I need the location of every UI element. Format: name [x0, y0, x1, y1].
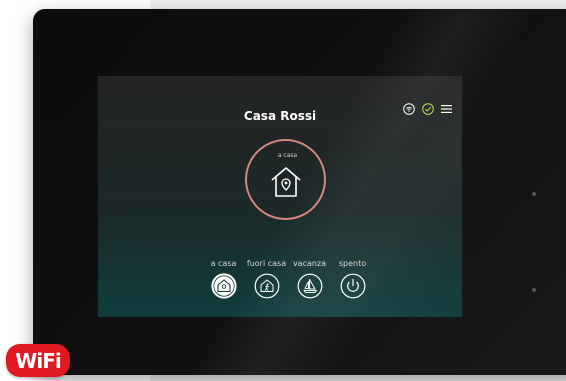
status-icons — [403, 103, 452, 115]
home-location-icon — [271, 167, 301, 197]
mode-label: fuori casa — [246, 259, 287, 268]
menu-icon[interactable] — [441, 104, 452, 114]
wifi-logo-text: WiFi — [15, 348, 61, 373]
mode-a-casa[interactable]: a casa — [202, 259, 245, 299]
mode-label: vacanza — [292, 259, 327, 268]
touch-screen: Casa Rossi a casa a casa fuori casa vaca… — [98, 76, 462, 317]
home-icon[interactable] — [210, 273, 237, 299]
away-icon[interactable] — [254, 273, 280, 299]
mode-label: a casa — [210, 259, 237, 268]
device-led-top — [532, 192, 536, 196]
mode-fuori-casa[interactable]: fuori casa — [245, 259, 288, 299]
status-label: a casa — [277, 152, 298, 159]
thermostat-device: Casa Rossi a casa a casa fuori casa vaca… — [33, 9, 566, 375]
mode-label: spento — [338, 259, 367, 268]
wifi-logo: WiFi — [6, 344, 70, 377]
check-circle-icon[interactable] — [422, 103, 434, 115]
mode-spento[interactable]: spento — [331, 259, 374, 299]
status-dial[interactable]: a casa — [245, 139, 326, 220]
device-led-bottom — [532, 288, 536, 292]
wifi-icon[interactable] — [403, 103, 415, 115]
mode-selector: a casa fuori casa vacanza spento — [202, 259, 374, 299]
vacation-icon[interactable] — [297, 273, 323, 299]
power-icon[interactable] — [340, 273, 366, 299]
mode-vacanza[interactable]: vacanza — [288, 259, 331, 299]
